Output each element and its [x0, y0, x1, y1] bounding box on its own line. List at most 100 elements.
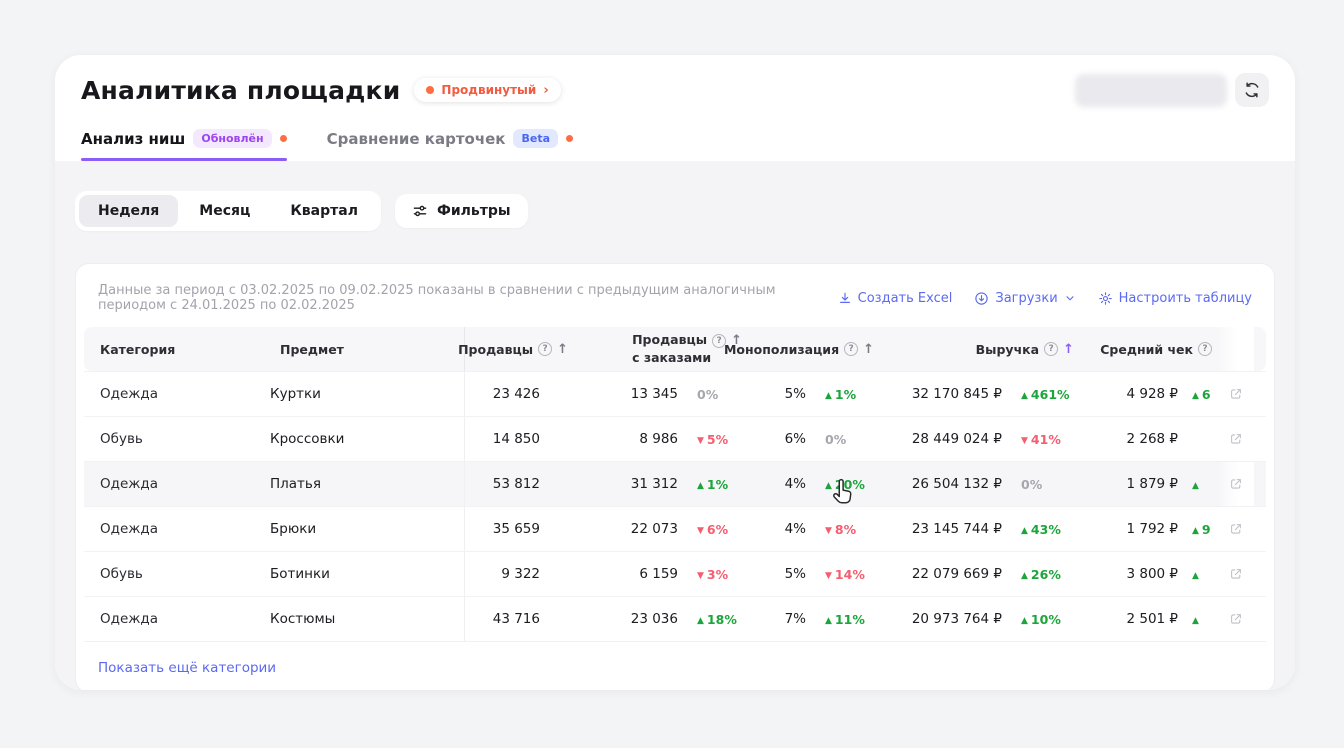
col-revenue: Выручка ? ↑	[880, 342, 1080, 357]
tabs: Анализ ниш Обновлён Сравнение карточек B…	[81, 129, 1269, 161]
show-more-categories-link[interactable]: Показать ещё категории	[98, 660, 276, 676]
plan-badge-label: Продвинутый	[441, 83, 536, 97]
table-row[interactable]: Обувь Кроссовки 14 850 8 986 ▼5% 6% 0% 2…	[84, 416, 1266, 461]
cell-revenue: 28 449 024 ₽	[880, 431, 1008, 447]
cell-sellers-with-orders-change: ▲1%	[684, 477, 748, 492]
gear-icon	[1098, 291, 1113, 306]
table-row[interactable]: Одежда Костюмы 43 716 23 036 ▲18% 7% ▲11…	[84, 596, 1266, 641]
cell-revenue: 32 170 845 ₽	[880, 386, 1008, 402]
cell-avg-check-change: ▲6	[1184, 387, 1218, 402]
cell-sellers: 23 426	[464, 372, 546, 416]
cell-revenue-change: ▲43%	[1008, 522, 1080, 537]
card-content: Неделя Месяц Квартал Фильтры Данные за п…	[55, 161, 1295, 690]
niches-table: Категория Предмет Продавцы ? ↑ Продавцы …	[84, 327, 1266, 690]
cell-avg-check-change: ▲	[1184, 477, 1218, 492]
help-icon[interactable]: ?	[1044, 342, 1058, 356]
cell-item: Кроссовки	[264, 431, 464, 447]
help-icon[interactable]: ?	[538, 342, 552, 356]
cell-revenue-change: ▲10%	[1008, 612, 1080, 627]
chevron-down-icon	[1064, 292, 1076, 304]
cell-avg-check: 1 792 ₽	[1080, 521, 1184, 537]
cell-monopolization-change: ▼14%	[812, 567, 880, 582]
configure-table-button[interactable]: Настроить таблицу	[1098, 291, 1252, 306]
cell-monopolization-change: 0%	[812, 432, 880, 447]
cell-monopolization: 5%	[748, 386, 812, 402]
filters-button[interactable]: Фильтры	[395, 194, 528, 228]
cell-category: Обувь	[84, 566, 264, 582]
cell-sellers-with-orders-change: 0%	[684, 387, 748, 402]
cell-sellers-with-orders: 23 036	[546, 611, 684, 627]
refresh-button[interactable]	[1235, 73, 1269, 107]
cell-revenue: 26 504 132 ₽	[880, 476, 1008, 492]
sort-arrow-icon[interactable]: ↑	[557, 342, 568, 357]
help-icon[interactable]: ?	[1198, 342, 1212, 356]
cell-avg-check: 2 501 ₽	[1080, 611, 1184, 627]
help-icon[interactable]: ?	[844, 342, 858, 356]
cell-monopolization-change: ▲11%	[812, 612, 880, 627]
table-row[interactable]: Одежда Платья 53 812 31 312 ▲1% 4% ▲20% …	[84, 461, 1266, 506]
sort-arrow-active-icon[interactable]: ↑	[1063, 342, 1074, 357]
period-quarter-button[interactable]: Квартал	[271, 195, 377, 227]
cell-category: Одежда	[84, 476, 264, 492]
cell-avg-check-change: ▲	[1184, 612, 1218, 627]
cell-sellers: 9 322	[464, 552, 546, 596]
beta-badge: Beta	[513, 129, 558, 148]
col-monopolization: Монополизация ? ↑	[748, 342, 880, 357]
cell-avg-check: 4 928 ₽	[1080, 386, 1184, 402]
cell-revenue-change: ▲26%	[1008, 567, 1080, 582]
blurred-account-pill	[1075, 74, 1227, 107]
create-excel-button[interactable]: Создать Excel	[838, 291, 953, 306]
tab-card-comparison[interactable]: Сравнение карточек Beta	[327, 129, 573, 161]
cell-sellers: 53 812	[464, 462, 546, 506]
notification-dot-icon	[566, 135, 573, 142]
cell-monopolization: 7%	[748, 611, 812, 627]
table-body: Одежда Куртки 23 426 13 345 0% 5% ▲1% 32…	[84, 371, 1266, 641]
cell-monopolization-change: ▲1%	[812, 387, 880, 402]
cell-monopolization: 6%	[748, 431, 812, 447]
cell-sellers-with-orders-change: ▼3%	[684, 567, 748, 582]
open-item-link[interactable]	[1218, 507, 1254, 551]
table-row[interactable]: Одежда Брюки 35 659 22 073 ▼6% 4% ▼8% 23…	[84, 506, 1266, 551]
external-link-icon	[1229, 567, 1243, 581]
table-row[interactable]: Одежда Куртки 23 426 13 345 0% 5% ▲1% 32…	[84, 371, 1266, 416]
period-month-button[interactable]: Месяц	[180, 195, 269, 227]
col-link	[1218, 327, 1254, 371]
col-sellers: Продавцы ? ↑	[464, 327, 574, 371]
period-segmented-control: Неделя Месяц Квартал	[75, 191, 381, 231]
table-row[interactable]: Обувь Ботинки 9 322 6 159 ▼3% 5% ▼14% 22…	[84, 551, 1266, 596]
page-title: Аналитика площадки	[81, 76, 400, 105]
downloads-dropdown[interactable]: Загрузки	[974, 291, 1075, 306]
open-item-link[interactable]	[1218, 597, 1254, 641]
cell-revenue: 23 145 744 ₽	[880, 521, 1008, 537]
analytics-card: Аналитика площадки Продвинутый › Анализ …	[55, 55, 1295, 690]
cell-category: Одежда	[84, 386, 264, 402]
plan-badge[interactable]: Продвинутый ›	[414, 78, 560, 102]
tab-niche-analysis[interactable]: Анализ ниш Обновлён	[81, 129, 287, 161]
cell-category: Одежда	[84, 521, 264, 537]
cell-avg-check: 2 268 ₽	[1080, 431, 1184, 447]
cell-avg-check: 1 879 ₽	[1080, 476, 1184, 492]
period-week-button[interactable]: Неделя	[79, 195, 178, 227]
updated-badge: Обновлён	[193, 129, 271, 148]
external-link-icon	[1229, 477, 1243, 491]
open-item-link[interactable]	[1218, 372, 1254, 416]
col-item: Предмет	[264, 342, 464, 357]
cell-revenue-change: ▲461%	[1008, 387, 1080, 402]
chevron-right-icon: ›	[543, 84, 548, 97]
period-description: Данные за период с 03.02.2025 по 09.02.2…	[98, 283, 838, 313]
cell-sellers-with-orders: 6 159	[546, 566, 684, 582]
card-header: Аналитика площадки Продвинутый › Анализ …	[55, 55, 1295, 161]
sort-arrow-icon[interactable]: ↑	[863, 342, 874, 357]
cell-avg-check: 3 800 ₽	[1080, 566, 1184, 582]
cell-monopolization-change: ▲20%	[812, 477, 880, 492]
external-link-icon	[1229, 432, 1243, 446]
cell-monopolization: 5%	[748, 566, 812, 582]
download-icon	[838, 291, 852, 305]
external-link-icon	[1229, 522, 1243, 536]
open-item-link[interactable]	[1218, 462, 1254, 506]
open-item-link[interactable]	[1218, 417, 1254, 461]
cell-sellers-with-orders-change: ▼6%	[684, 522, 748, 537]
col-sellers-with-orders: Продавцы ? ↑ с заказами	[574, 332, 748, 366]
open-item-link[interactable]	[1218, 552, 1254, 596]
cell-item: Костюмы	[264, 611, 464, 627]
